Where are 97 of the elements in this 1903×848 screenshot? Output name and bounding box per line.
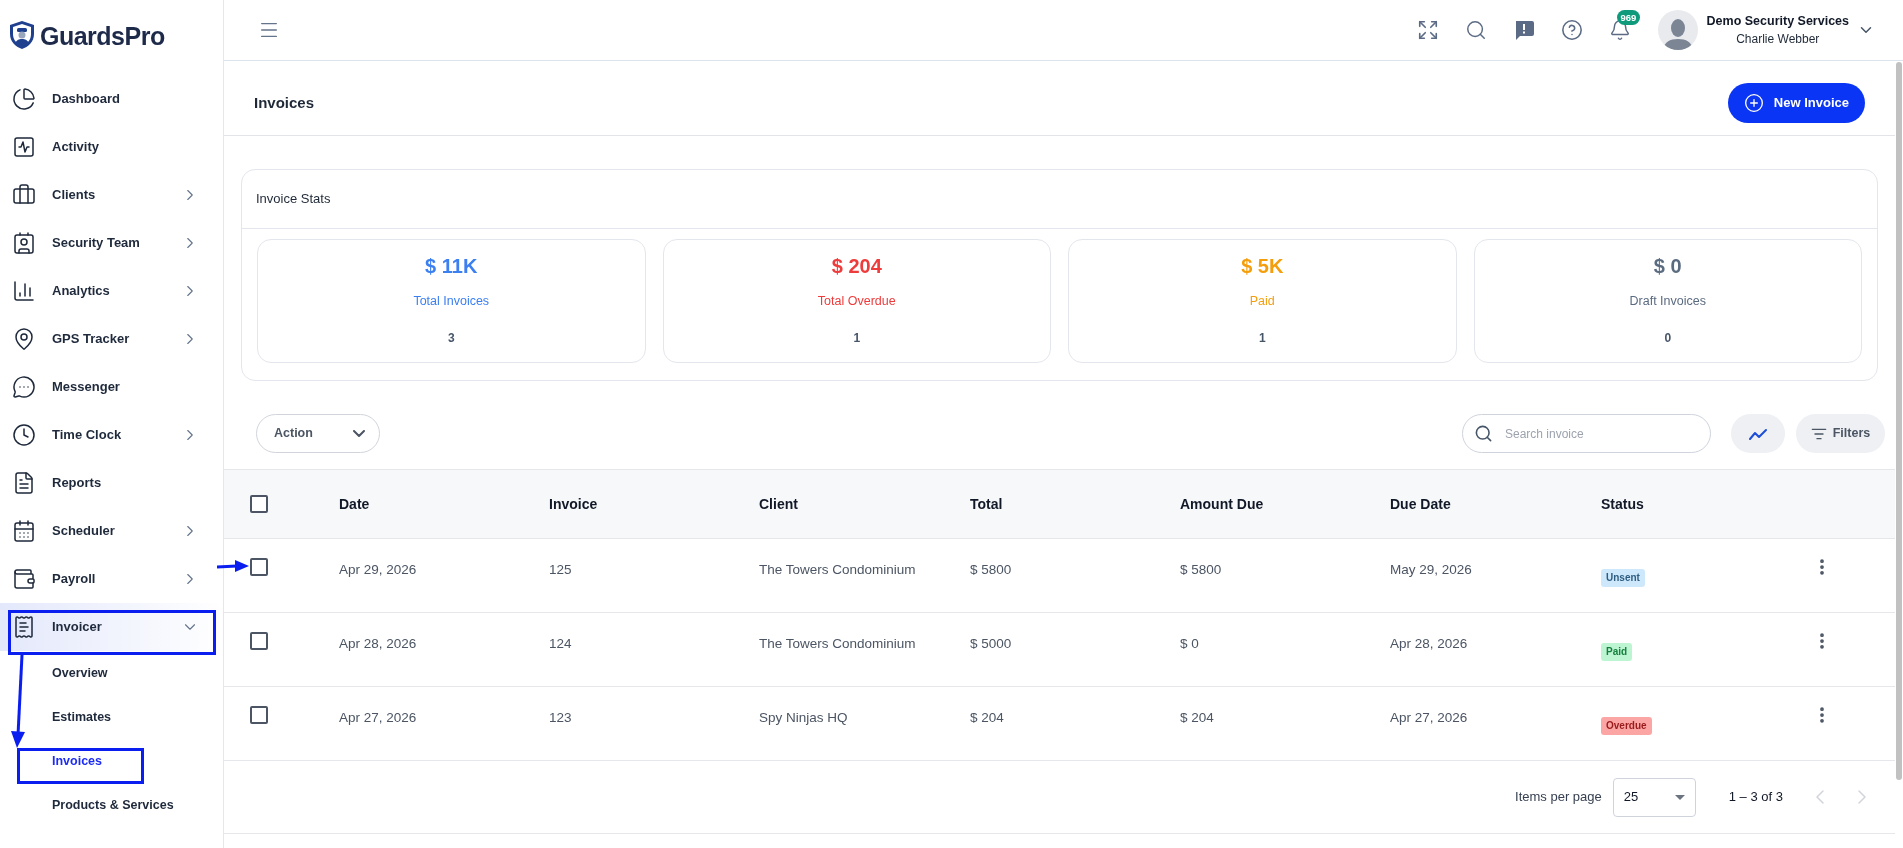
nav-item[interactable]: Payroll [0,555,223,603]
nav-item[interactable]: Security Team [0,219,223,267]
caret-down-icon [1674,794,1685,800]
nav-item[interactable]: Dashboard [0,75,223,123]
table-cell: Apr 28, 2026 [339,636,417,651]
column-header: Total [970,496,1003,512]
scrollbar-thumb[interactable] [1896,62,1902,780]
brand-name: GuardsPro [40,21,165,52]
nav-item[interactable]: Reports [0,459,223,507]
nav-subitem[interactable]: Products & Services [52,797,174,813]
checkbox[interactable] [250,495,268,513]
panel-title: Invoice Stats [256,190,331,209]
table-cell: Spy Ninjas HQ [759,710,848,725]
table-cell: Apr 28, 2026 [1390,636,1468,651]
table-cell: Apr 27, 2026 [339,710,417,725]
user-name: Charlie Webber [1736,31,1820,48]
stat-value: $ 5K [1241,254,1284,278]
nav-subitem[interactable]: Invoices [52,753,103,769]
stat-label: Draft Invoices [1629,293,1706,309]
briefcase-icon [12,183,36,207]
user-avatar[interactable] [1657,10,1698,50]
search-field[interactable]: Search invoice [1462,414,1711,453]
clock-icon [12,423,36,447]
column-header: Due Date [1390,496,1451,512]
nav-subitem[interactable]: Overview [52,665,108,681]
bar-chart-icon [12,279,36,303]
activity-chart-icon [12,135,36,159]
receipt-icon [12,615,36,639]
status-badge: Paid [1601,643,1633,661]
search-icon [1474,424,1493,443]
company-name: Demo Security Services [1706,13,1849,30]
nav-item[interactable]: GPS Tracker [0,315,223,363]
notification-bell-icon[interactable] [1608,19,1631,41]
column-header: Status [1601,496,1644,512]
table-cell: Apr 27, 2026 [1390,710,1468,725]
wallet-icon [12,567,36,591]
table-cell: The Towers Condominium [759,562,916,577]
notification-badge: 969 [1616,10,1641,25]
items-per-page-label: Items per page [1515,788,1602,807]
nav-item[interactable]: Clients [0,171,223,219]
column-header: Invoice [549,496,598,512]
column-header: Client [759,496,798,512]
line-chart-icon [1749,427,1767,440]
chart-button[interactable] [1731,414,1785,453]
stat-label: Total Overdue [817,293,896,309]
table-cell: $ 204 [970,710,1004,725]
checkbox[interactable] [250,632,268,650]
nav-item[interactable]: Time Clock [0,411,223,459]
annotation-arrow [217,559,249,573]
table-cell: $ 5000 [970,636,1012,651]
page-title: Invoices [254,92,315,113]
fullscreen-icon[interactable] [1416,19,1439,41]
status-badge: Overdue [1601,717,1652,735]
stat-label: Paid [1249,293,1275,309]
column-header: Date [339,496,370,512]
table-cell: May 29, 2026 [1390,562,1472,577]
stat-label: Total Invoices [413,293,490,309]
stat-value: $ 0 [1653,254,1682,278]
nav-subitem[interactable]: Estimates [52,709,112,725]
help-icon[interactable] [1560,19,1583,41]
chat-bubble-icon [12,375,36,399]
checkbox[interactable] [250,558,268,576]
person-card-icon [12,231,36,255]
stat-value: $ 11K [425,254,478,278]
table-cell: $ 0 [1180,636,1199,651]
pie-chart-icon [12,87,36,111]
table-cell: 124 [549,636,572,651]
checkbox[interactable] [250,706,268,724]
table-cell: 123 [549,710,572,725]
table-cell: $ 5800 [1180,562,1222,577]
page-size-select[interactable]: 25 [1612,777,1696,817]
table-cell: $ 5800 [970,562,1012,577]
filters-button[interactable]: Filters [1796,414,1885,453]
nav-item[interactable]: Analytics [0,267,223,315]
plus-circle-icon [1743,93,1764,113]
table-cell: Apr 29, 2026 [339,562,417,577]
search-icon[interactable] [1464,19,1487,41]
shield-logo-icon [8,20,36,50]
table-cell: $ 204 [1180,710,1214,725]
map-pin-icon [12,327,36,351]
nav-item[interactable]: Messenger [0,363,223,411]
new-invoice-button[interactable]: New Invoice [1727,83,1865,123]
stat-count: 1 [1258,330,1266,346]
stat-value: $ 204 [831,254,882,278]
nav-item[interactable]: Activity [0,123,223,171]
stat-count: 0 [1664,330,1672,346]
calendar-icon [12,519,36,543]
table-cell: The Towers Condominium [759,636,916,651]
status-badge: Unsent [1601,569,1645,587]
document-icon [12,471,36,495]
column-header: Amount Due [1180,496,1264,512]
table-cell: 125 [549,562,572,577]
page-range: 1 – 3 of 3 [1728,788,1783,807]
stat-count: 1 [853,330,861,346]
chevron-down-icon [353,429,365,438]
nav-item[interactable]: Scheduler [0,507,223,555]
stat-count: 3 [447,330,455,346]
